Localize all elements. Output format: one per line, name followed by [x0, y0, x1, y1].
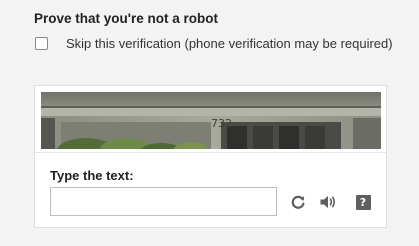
- captcha-divider: [35, 152, 386, 153]
- reload-button[interactable]: [289, 193, 307, 211]
- help-button[interactable]: ?: [354, 193, 372, 211]
- page-title: Prove that you're not a robot: [34, 11, 218, 26]
- type-text-label: Type the text:: [50, 168, 134, 183]
- skip-verification-label[interactable]: Skip this verification (phone verificati…: [66, 35, 406, 52]
- captcha-panel: 732 Type the text: ?: [34, 85, 387, 228]
- skip-verification-checkbox[interactable]: [35, 37, 48, 50]
- audio-icon: [320, 196, 335, 208]
- reload-icon: [291, 195, 305, 209]
- captcha-photo: 732: [41, 92, 381, 149]
- audio-button[interactable]: [319, 193, 337, 211]
- help-icon: ?: [355, 194, 371, 210]
- captcha-image-text: 732: [211, 117, 232, 130]
- captcha-image: 732: [41, 92, 381, 149]
- captcha-text-input[interactable]: [50, 187, 277, 216]
